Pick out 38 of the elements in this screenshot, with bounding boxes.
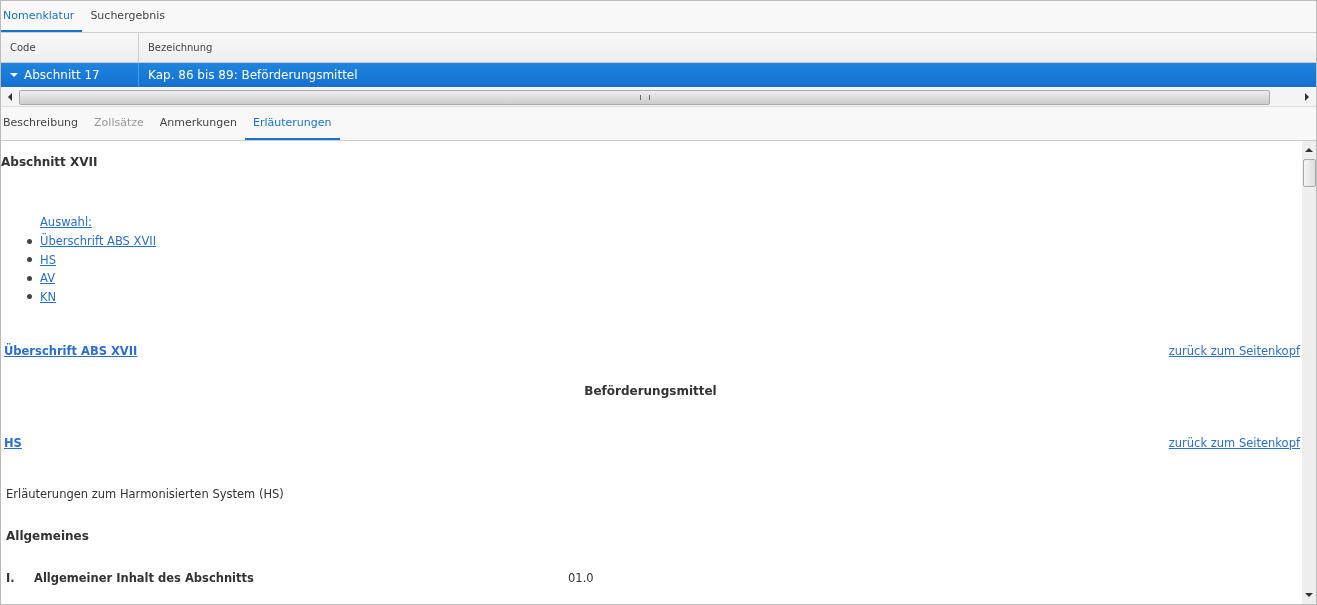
scroll-thumb[interactable] bbox=[19, 89, 1270, 105]
tab[interactable]: Erläuterungen bbox=[245, 107, 340, 140]
anchor-link[interactable]: Überschrift ABS XVII bbox=[40, 232, 157, 251]
anchor-link[interactable]: AV bbox=[40, 269, 55, 288]
anchor-link[interactable]: KN bbox=[40, 287, 57, 306]
tab[interactable]: Suchergebnis bbox=[88, 1, 173, 32]
section-heading: Abschnitt XVII bbox=[1, 155, 99, 169]
paragraph: Erläuterungen zum Harmonisierten System (HS) bbox=[5, 487, 285, 501]
item-title: Allgemeiner Inhalt des Abschnitts bbox=[34, 571, 255, 585]
back-to-top-link[interactable]: zurück zum Seitenkopf bbox=[1168, 436, 1300, 450]
scroll-right-icon[interactable] bbox=[1304, 93, 1310, 101]
column-header[interactable]: Code bbox=[1, 33, 139, 62]
section-title: Beförderungsmittel bbox=[583, 384, 718, 398]
bullet-icon bbox=[27, 257, 32, 263]
bullet-icon bbox=[27, 294, 32, 300]
scroll-down-icon[interactable] bbox=[1305, 592, 1313, 598]
caret-icon[interactable] bbox=[10, 71, 18, 79]
scroll-left-icon[interactable] bbox=[7, 93, 13, 101]
item-code: 01.0 bbox=[568, 571, 594, 585]
section-link[interactable]: HS bbox=[4, 436, 22, 450]
subheading: Allgemeines bbox=[5, 529, 90, 543]
back-to-top-link[interactable]: zurück zum Seitenkopf bbox=[1168, 344, 1300, 358]
item-number: I. bbox=[6, 571, 16, 585]
scroll-thumb[interactable] bbox=[1302, 159, 1316, 187]
anchor-link[interactable]: HS bbox=[40, 250, 56, 269]
selection-link[interactable]: Auswahl: bbox=[40, 213, 1300, 232]
table-cell: Kap. 86 bis 89: Beförderungsmittel bbox=[148, 68, 358, 82]
bullet-icon bbox=[27, 238, 32, 244]
table-cell: Abschnitt 17 bbox=[24, 68, 100, 82]
column-header[interactable]: Bezeichnung bbox=[139, 33, 1316, 62]
tab[interactable]: Beschreibung bbox=[1, 107, 87, 140]
table-row[interactable]: Abschnitt 17 Kap. 86 bis 89: Beförderungsmittel bbox=[1, 63, 1316, 87]
section-link[interactable]: Überschrift ABS XVII bbox=[4, 344, 138, 358]
horizontal-scrollbar[interactable] bbox=[1, 88, 1316, 107]
scroll-up-icon[interactable] bbox=[1305, 147, 1313, 153]
vertical-scrollbar[interactable] bbox=[1302, 141, 1316, 604]
tab[interactable]: Anmerkungen bbox=[151, 107, 245, 140]
bullet-icon bbox=[27, 275, 32, 281]
